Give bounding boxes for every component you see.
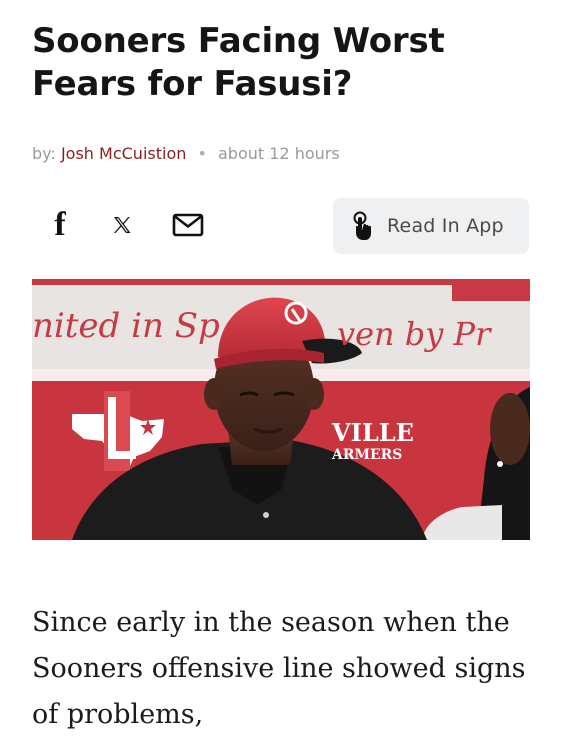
- read-in-app-button[interactable]: Read In App: [333, 198, 529, 254]
- facebook-icon: f: [54, 206, 66, 243]
- publish-time: about 12 hours: [218, 144, 340, 163]
- sign-line-1: VILLE: [331, 418, 414, 447]
- byline-separator: •: [197, 144, 207, 163]
- article-body: Since early in the season when the Soone…: [32, 607, 526, 730]
- author-link[interactable]: Josh McCuistion: [61, 144, 186, 163]
- banner-text-left: nited in Sp: [32, 306, 220, 346]
- sign-line-2: ARMERS: [331, 447, 402, 463]
- byline: by: Josh McCuistion • about 12 hours: [32, 144, 340, 163]
- tap-hand-icon: [351, 211, 373, 241]
- article-title: Sooners Facing Worst Fears for Fasusi?: [32, 21, 445, 104]
- email-share-button[interactable]: [170, 205, 206, 245]
- banner-text-right: ven by Pr: [337, 315, 492, 353]
- byline-prefix: by:: [32, 144, 56, 163]
- x-icon: [114, 217, 131, 233]
- mail-icon: [172, 213, 204, 237]
- x-share-button[interactable]: [108, 205, 136, 245]
- article-photo: nited in Sp ven by Pr VILLE ARMERS: [32, 279, 530, 540]
- read-in-app-label: Read In App: [387, 215, 504, 237]
- facebook-share-button[interactable]: f: [46, 205, 74, 245]
